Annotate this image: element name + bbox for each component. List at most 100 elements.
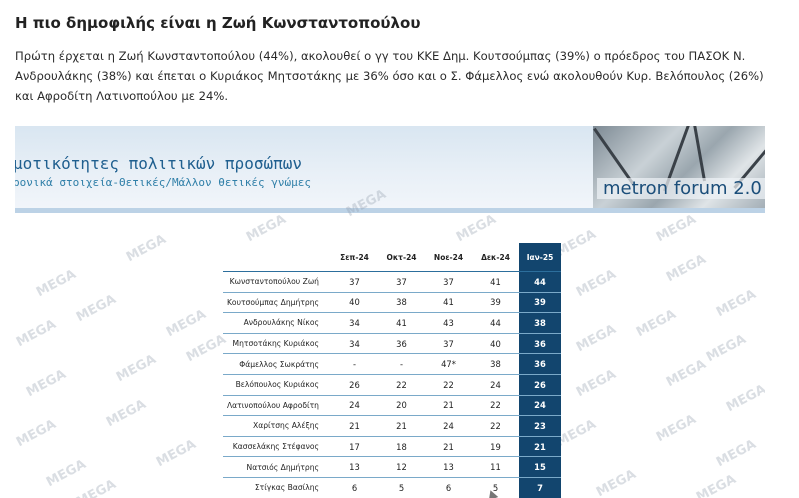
value-cell: 19 bbox=[472, 436, 519, 458]
politician-name: Βελόπουλος Κυριάκος bbox=[223, 374, 331, 396]
mega-watermark: MEGA bbox=[663, 356, 709, 391]
article-lead: Πρώτη έρχεται η Ζωή Κωνσταντοπούλου (44%… bbox=[15, 49, 764, 103]
current-value-cell: 21 bbox=[519, 436, 561, 458]
mega-watermark: MEGA bbox=[243, 211, 289, 246]
table-header-row: Σεπ-24 Οκτ-24 Νοε-24 Δεκ-24 Ιαν-25 bbox=[223, 243, 561, 272]
slide-title: μοτικότητες πολιτικών προσώπων bbox=[15, 154, 302, 173]
current-value-cell: 39 bbox=[519, 292, 561, 314]
politician-name: Μητσοτάκης Κυριάκος bbox=[223, 333, 331, 355]
banner-divider bbox=[15, 208, 765, 213]
table-row: Κασσελάκης Στέφανος 17 18 21 19 21 bbox=[223, 436, 561, 458]
mega-watermark: MEGA bbox=[15, 316, 59, 351]
table-row: Κουτσούμπας Δημήτρης 40 38 41 39 39 bbox=[223, 292, 561, 314]
value-cell: 21 bbox=[331, 415, 378, 437]
mega-watermark: MEGA bbox=[43, 456, 89, 491]
value-cell: 5 bbox=[378, 477, 425, 498]
mega-watermark: MEGA bbox=[15, 416, 59, 451]
value-cell: 21 bbox=[425, 395, 472, 417]
value-cell: 24 bbox=[472, 374, 519, 396]
value-cell: 34 bbox=[331, 333, 378, 355]
value-cell: 41 bbox=[425, 292, 472, 314]
current-value-cell: 36 bbox=[519, 353, 561, 375]
value-cell: 41 bbox=[472, 271, 519, 293]
politician-name: Κωνσταντοπούλου Ζωή bbox=[223, 271, 331, 293]
mega-watermark: MEGA bbox=[723, 381, 765, 416]
table-row: Νατσιός Δημήτρης 13 12 13 11 15 bbox=[223, 456, 561, 478]
value-cell: 21 bbox=[378, 415, 425, 437]
table-row: Χαρίτσης Αλέξης 21 21 24 22 23 bbox=[223, 415, 561, 437]
value-cell: 43 bbox=[425, 312, 472, 334]
mega-watermark: MEGA bbox=[23, 366, 69, 401]
mega-watermark: MEGA bbox=[713, 436, 759, 471]
politician-name: Κουτσούμπας Δημήτρης bbox=[223, 292, 331, 314]
table-body: Κωνσταντοπούλου Ζωή 37 37 37 41 44 Κουτσούμπας… bbox=[223, 271, 561, 498]
mega-watermark: MEGA bbox=[573, 366, 619, 401]
value-cell: 13 bbox=[425, 456, 472, 478]
politician-name: Λατινοπούλου Αφροδίτη bbox=[223, 395, 331, 417]
current-value-cell: 15 bbox=[519, 456, 561, 478]
mega-watermark: MEGA bbox=[73, 476, 119, 498]
slide-banner: μοτικότητες πολιτικών προσώπων ρονικά στ… bbox=[15, 126, 765, 208]
table-row: Μητσοτάκης Κυριάκος 34 36 37 40 36 bbox=[223, 333, 561, 355]
politician-name: Φάμελλος Σωκράτης bbox=[223, 353, 331, 375]
value-cell: 22 bbox=[378, 374, 425, 396]
mega-watermark: MEGA bbox=[573, 321, 619, 356]
value-cell: 12 bbox=[378, 456, 425, 478]
photo-spike bbox=[690, 126, 706, 182]
value-cell: 18 bbox=[378, 436, 425, 458]
mega-watermark: MEGA bbox=[123, 231, 169, 266]
value-cell: 11 bbox=[472, 456, 519, 478]
mega-watermark: MEGA bbox=[163, 306, 209, 341]
mega-watermark: MEGA bbox=[153, 436, 199, 471]
mega-watermark: MEGA bbox=[183, 331, 229, 366]
mega-watermark: MEGA bbox=[693, 471, 739, 498]
mega-watermark: MEGA bbox=[653, 211, 699, 246]
politician-name: Χαρίτσης Αλέξης bbox=[223, 415, 331, 437]
popularity-table: Σεπ-24 Οκτ-24 Νοε-24 Δεκ-24 Ιαν-25 Κωνστ… bbox=[223, 243, 561, 498]
value-cell: 40 bbox=[472, 333, 519, 355]
col-header-current: Ιαν-25 bbox=[519, 243, 561, 272]
value-cell: 41 bbox=[378, 312, 425, 334]
mega-watermark: MEGA bbox=[73, 291, 119, 326]
mega-watermark: MEGA bbox=[713, 286, 759, 321]
mega-watermark: MEGA bbox=[653, 411, 699, 446]
value-cell: - bbox=[331, 353, 378, 375]
value-cell: 37 bbox=[425, 333, 472, 355]
mega-watermark: MEGA bbox=[633, 306, 679, 341]
mega-watermark: MEGA bbox=[103, 396, 149, 431]
metron-forum-logo: metron forum 2.0 bbox=[597, 178, 765, 199]
value-cell: 44 bbox=[472, 312, 519, 334]
table-row: Ανδρουλάκης Νίκος 34 41 43 44 38 bbox=[223, 312, 561, 334]
value-cell: 13 bbox=[331, 456, 378, 478]
value-cell: 37 bbox=[378, 271, 425, 293]
value-cell: 22 bbox=[425, 374, 472, 396]
mega-watermark: MEGA bbox=[453, 211, 499, 246]
value-cell: 22 bbox=[472, 415, 519, 437]
value-cell: 37 bbox=[425, 271, 472, 293]
poll-image: μοτικότητες πολιτικών προσώπων ρονικά στ… bbox=[15, 126, 765, 498]
politician-name: Ανδρουλάκης Νίκος bbox=[223, 312, 331, 334]
value-cell: 39 bbox=[472, 292, 519, 314]
mega-watermark: MEGA bbox=[663, 251, 709, 286]
table-corner bbox=[223, 243, 331, 272]
value-cell: 47* bbox=[425, 353, 472, 375]
value-cell: 22 bbox=[472, 395, 519, 417]
value-cell: 6 bbox=[331, 477, 378, 498]
politician-name: Στίγκας Βασίλης bbox=[223, 477, 331, 498]
current-value-cell: 24 bbox=[519, 395, 561, 417]
politician-name: Κασσελάκης Στέφανος bbox=[223, 436, 331, 458]
mega-watermark: MEGA bbox=[113, 351, 159, 386]
value-cell: 38 bbox=[472, 353, 519, 375]
current-value-cell: 38 bbox=[519, 312, 561, 334]
value-cell: 24 bbox=[331, 395, 378, 417]
table-row: Κωνσταντοπούλου Ζωή 37 37 37 41 44 bbox=[223, 271, 561, 293]
value-cell: 40 bbox=[331, 292, 378, 314]
value-cell: 26 bbox=[331, 374, 378, 396]
current-value-cell: 44 bbox=[519, 271, 561, 293]
current-value-cell: 23 bbox=[519, 415, 561, 437]
current-value-cell: 7 bbox=[519, 477, 561, 498]
table-row: Φάμελλος Σωκράτης - -47* 38 36 bbox=[223, 353, 561, 375]
col-header: Δεκ-24 bbox=[472, 243, 519, 272]
value-cell: 21 bbox=[425, 436, 472, 458]
value-cell: 24 bbox=[425, 415, 472, 437]
